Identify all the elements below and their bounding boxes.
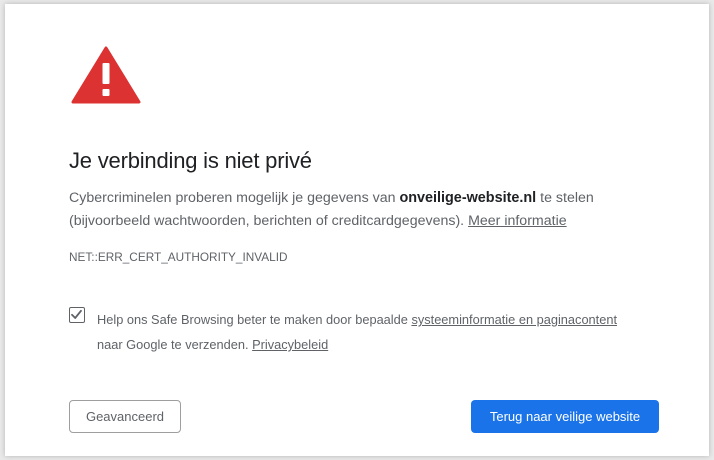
description-examples: (bijvoorbeeld wachtwoorden, berichten of…	[69, 213, 469, 229]
more-info-link[interactable]: Meer informatie	[468, 213, 567, 229]
checkmark-icon	[71, 309, 82, 319]
optin-text: Help ons Safe Browsing beter te maken do…	[97, 312, 412, 327]
warning-triangle-icon	[71, 46, 141, 104]
site-domain: onveilige-website.nl	[399, 190, 537, 206]
optin-line-2: naar Google te verzenden. Privacybeleid	[97, 333, 677, 356]
safe-browsing-checkbox[interactable]	[69, 307, 85, 323]
error-description: Cybercriminelen proberen mogelijk je geg…	[69, 187, 669, 233]
privacy-policy-link[interactable]: Privacybeleid	[252, 337, 328, 352]
system-info-link[interactable]: systeeminformatie en paginacontent	[411, 312, 617, 327]
description-line-2: (bijvoorbeeld wachtwoorden, berichten of…	[69, 210, 669, 233]
description-text: Cybercriminelen proberen mogelijk je geg…	[69, 190, 400, 206]
advanced-button[interactable]: Geavanceerd	[69, 400, 181, 433]
optin-text-end: naar Google te verzenden.	[97, 337, 253, 352]
description-text-end: te stelen	[536, 190, 594, 206]
optin-line-1: Help ons Safe Browsing beter te maken do…	[97, 308, 677, 331]
interstitial-page: Je verbinding is niet privé Cybercrimine…	[5, 4, 709, 456]
back-to-safety-button[interactable]: Terug naar veilige website	[471, 400, 659, 433]
error-code: NET::ERR_CERT_AUTHORITY_INVALID	[69, 250, 288, 264]
page-title: Je verbinding is niet privé	[69, 148, 312, 173]
safe-browsing-optin: Help ons Safe Browsing beter te maken do…	[97, 308, 677, 356]
description-line-1: Cybercriminelen proberen mogelijk je geg…	[69, 187, 669, 210]
